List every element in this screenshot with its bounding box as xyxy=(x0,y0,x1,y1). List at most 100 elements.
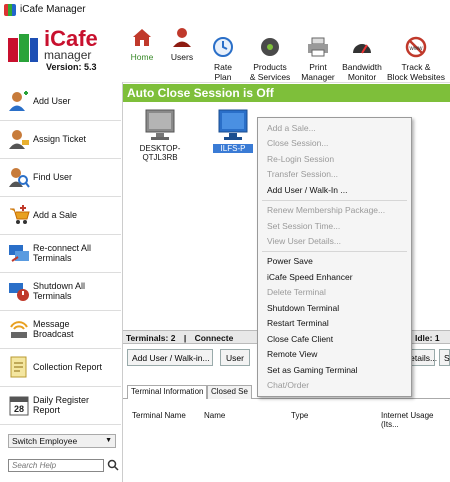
sidebar-item-label: Daily Register Report xyxy=(33,395,90,415)
reconnect-icon xyxy=(9,245,29,262)
terminals-count: Terminals: 2 xyxy=(126,333,176,343)
s-button[interactable]: S xyxy=(439,349,450,366)
svg-text:www: www xyxy=(409,46,424,52)
sidebar-item-collection-report[interactable]: Collection Report xyxy=(0,348,121,387)
terminal-name: DESKTOP-QTJL3RB xyxy=(139,144,181,162)
menu-item-renew-membership[interactable]: Renew Membership Package... xyxy=(267,205,385,215)
menu-item-close-cafe-client[interactable]: Close Cafe Client xyxy=(267,334,333,344)
toolbar-home-label: Home xyxy=(130,52,154,62)
sidebar-item-label: Collection Report xyxy=(33,362,103,372)
speedometer-icon xyxy=(353,44,371,54)
menu-item-transfer-session[interactable]: Transfer Session... xyxy=(267,169,338,179)
search-help-input[interactable]: Search Help xyxy=(8,459,104,472)
sidebar-item-reconnect-all[interactable]: Re-connect All Terminals xyxy=(0,234,121,273)
terminal-name: ILFS-P xyxy=(213,144,253,153)
col-type[interactable]: Type xyxy=(291,411,308,420)
sidebar: Add User Assign Ticket Find User Add a S… xyxy=(0,82,123,482)
find-user-icon xyxy=(9,168,30,188)
menu-item-close-session[interactable]: Close Session... xyxy=(267,138,328,148)
computer-offline-icon xyxy=(145,109,175,140)
col-name[interactable]: Name xyxy=(204,411,225,420)
sidebar-item-assign-ticket[interactable]: Assign Ticket xyxy=(0,120,121,159)
top-toolbar: iCafe manager Version: 5.3 Home Users Ra… xyxy=(0,20,450,83)
menu-item-add-user-walkin[interactable]: Add User / Walk-In ... xyxy=(267,185,347,195)
cart-icon xyxy=(10,205,30,224)
menu-item-view-user-details[interactable]: View User Details... xyxy=(267,236,341,246)
shutdown-icon xyxy=(9,283,29,301)
rate-plan-icon xyxy=(213,37,233,57)
products-icon xyxy=(261,38,279,56)
menu-separator xyxy=(262,251,407,252)
menu-item-set-session-time[interactable]: Set Session Time... xyxy=(267,221,340,231)
sidebar-item-add-user[interactable]: Add User xyxy=(0,82,121,121)
chevron-down-icon: ▼ xyxy=(105,437,112,444)
table-header: Terminal Name Name Type Internet Usage (… xyxy=(123,409,450,429)
menu-item-add-sale[interactable]: Add a Sale... xyxy=(267,123,316,133)
col-internet-usage[interactable]: Internet Usage (Its... xyxy=(381,411,450,429)
menu-item-power-save[interactable]: Power Save xyxy=(267,256,313,266)
toolbar-home[interactable]: Home xyxy=(126,26,158,62)
menu-separator xyxy=(262,200,407,201)
sidebar-item-daily-register[interactable]: 28 Daily Register Report xyxy=(0,386,121,425)
user-button[interactable]: User xyxy=(220,349,250,366)
menu-item-speed-enhancer[interactable]: iCafe Speed Enhancer xyxy=(267,272,353,282)
toolbar-rate-plan-label: Rate Plan xyxy=(214,62,232,82)
users-icon xyxy=(173,28,191,47)
col-terminal-name[interactable]: Terminal Name xyxy=(132,411,186,420)
idle-count: Idle: 1 xyxy=(415,333,440,343)
sidebar-item-label: Find User xyxy=(33,172,73,182)
sidebar-item-label: Re-connect All Terminals xyxy=(33,243,92,263)
printer-icon xyxy=(308,37,328,57)
menu-item-shutdown-terminal[interactable]: Shutdown Terminal xyxy=(267,303,339,313)
block-website-icon: www xyxy=(405,36,427,58)
assign-ticket-icon xyxy=(9,130,29,149)
search-icon[interactable] xyxy=(107,459,119,471)
title-bar: iCafe Manager xyxy=(0,0,450,20)
menu-item-restart-terminal[interactable]: Restart Terminal xyxy=(267,318,329,328)
computer-online-icon xyxy=(218,109,248,140)
sidebar-item-label: Assign Ticket xyxy=(33,134,87,144)
sidebar-item-label: Add User xyxy=(33,96,71,106)
toolbar-bandwidth-label: Bandwidth Monitor xyxy=(342,62,382,82)
tab-closed-sessions[interactable]: Closed Se xyxy=(207,385,252,399)
toolbar-track-label: Track & Block Websites xyxy=(387,62,445,82)
sidebar-item-add-sale[interactable]: Add a Sale xyxy=(0,196,121,235)
context-menu: Add a Sale... Close Session... Re-Login … xyxy=(257,117,412,397)
logo: iCafe manager Version: 5.3 xyxy=(6,28,118,78)
sidebar-item-label: Add a Sale xyxy=(33,210,78,220)
version-label: Version: 5.3 xyxy=(46,62,97,72)
app-icon xyxy=(4,4,16,16)
calendar-icon: 28 xyxy=(9,396,29,416)
sidebar-item-label: Shutdown All Terminals xyxy=(33,281,86,301)
toolbar-print-label: Print Manager xyxy=(301,62,335,82)
broadcast-icon xyxy=(10,321,28,338)
add-user-walkin-button[interactable]: Add User / Walk-in... xyxy=(127,349,213,366)
toolbar-users[interactable]: Users xyxy=(166,26,198,62)
toolbar-products-label: Products & Services xyxy=(249,62,291,82)
home-icon xyxy=(133,29,151,46)
toolbar-users-label: Users xyxy=(170,52,194,62)
terminal-tile-selected[interactable]: ILFS-P xyxy=(213,108,253,153)
terminal-tile[interactable]: DESKTOP-QTJL3RB xyxy=(125,108,195,162)
switch-employee-label: Switch Employee xyxy=(12,436,78,446)
logo-icon xyxy=(8,34,38,62)
connected-count: Connecte xyxy=(194,333,234,343)
logo-brand: iCafe xyxy=(44,26,98,51)
menu-item-remote-view[interactable]: Remote View xyxy=(267,349,317,359)
sidebar-item-message-broadcast[interactable]: Message Broadcast xyxy=(0,310,121,349)
switch-employee-select[interactable]: Switch Employee ▼ xyxy=(8,434,116,448)
menu-item-relogin-session[interactable]: Re-Login Session xyxy=(267,154,334,164)
auto-close-banner: Auto Close Session is Off xyxy=(123,84,450,102)
report-icon xyxy=(10,356,27,378)
window-title: iCafe Manager xyxy=(20,4,86,15)
menu-item-delete-terminal[interactable]: Delete Terminal xyxy=(267,287,326,297)
sidebar-item-find-user[interactable]: Find User xyxy=(0,158,121,197)
logo-subtitle: manager xyxy=(44,48,92,62)
tab-terminal-information[interactable]: Terminal Information xyxy=(127,385,208,399)
sidebar-item-label: Message Broadcast xyxy=(33,319,74,339)
sidebar-item-shutdown-all[interactable]: Shutdown All Terminals xyxy=(0,272,121,311)
svg-text:28: 28 xyxy=(14,404,24,414)
add-user-icon xyxy=(9,91,28,111)
menu-item-chat-order[interactable]: Chat/Order xyxy=(267,380,309,390)
menu-item-set-gaming-terminal[interactable]: Set as Gaming Terminal xyxy=(267,365,358,375)
